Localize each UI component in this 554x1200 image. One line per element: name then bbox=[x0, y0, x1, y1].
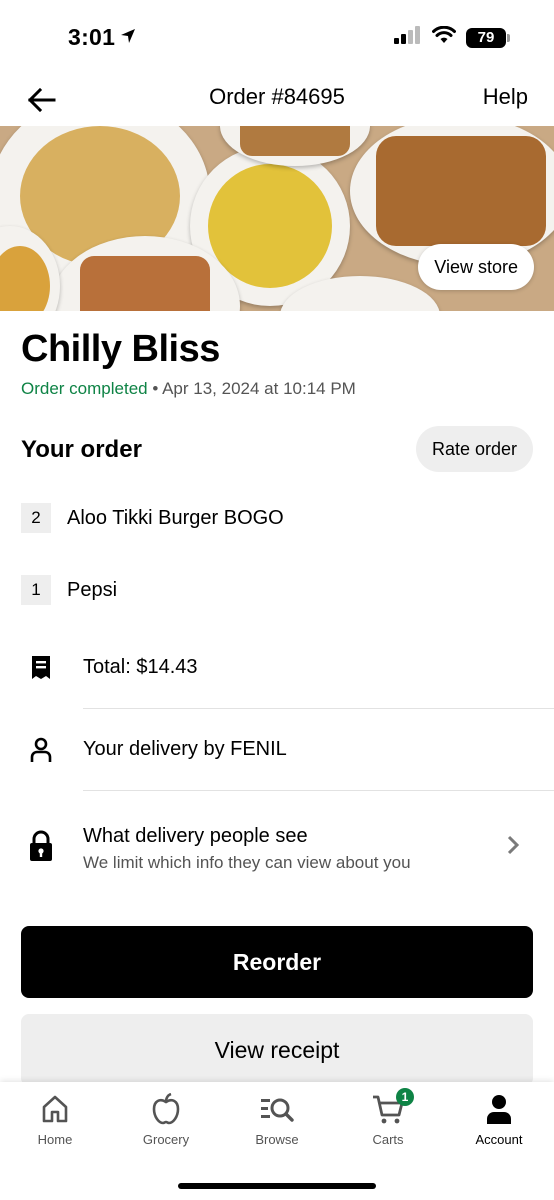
tab-label: Grocery bbox=[142, 1132, 190, 1147]
browse-icon bbox=[260, 1092, 294, 1126]
meta-separator: • bbox=[147, 379, 163, 398]
order-meta: Order completed • Apr 13, 2024 at 10:14 … bbox=[21, 379, 356, 399]
status-time-text: 3:01 bbox=[68, 24, 116, 50]
view-store-button[interactable]: View store bbox=[418, 244, 534, 290]
wifi-icon bbox=[432, 25, 456, 49]
privacy-title[interactable]: What delivery people see bbox=[83, 825, 308, 848]
rate-order-button[interactable]: Rate order bbox=[415, 426, 533, 472]
nav-header: Order #84695 Help bbox=[0, 74, 554, 126]
battery-icon: 79 bbox=[466, 27, 510, 48]
home-indicator[interactable] bbox=[178, 1183, 376, 1189]
tab-label: Home bbox=[37, 1132, 73, 1147]
privacy-subtitle: We limit which info they can view about … bbox=[83, 853, 411, 872]
tab-grocery[interactable]: Grocery bbox=[111, 1092, 221, 1148]
page-title: Order #84695 bbox=[209, 84, 345, 109]
help-link[interactable]: Help bbox=[483, 84, 528, 110]
order-item: 1 Pepsi bbox=[21, 574, 533, 606]
view-receipt-button[interactable]: View receipt bbox=[21, 1014, 533, 1086]
reorder-button[interactable]: Reorder bbox=[21, 926, 533, 998]
store-hero-image: View store bbox=[0, 126, 554, 311]
lock-icon bbox=[28, 830, 54, 861]
status-bar: 3:01 79 bbox=[0, 0, 554, 74]
divider bbox=[83, 708, 554, 709]
signal-icon bbox=[394, 26, 422, 49]
order-total: Total: $14.43 bbox=[83, 656, 198, 678]
receipt-icon bbox=[28, 654, 54, 682]
apple-icon bbox=[151, 1092, 181, 1126]
item-quantity: 2 bbox=[21, 503, 51, 533]
your-order-heading: Your order bbox=[21, 436, 142, 463]
order-item: 2 Aloo Tikki Burger BOGO bbox=[21, 502, 533, 534]
tab-label: Account bbox=[475, 1132, 523, 1147]
item-name: Aloo Tikki Burger BOGO bbox=[67, 506, 284, 529]
location-arrow-icon bbox=[119, 24, 137, 51]
order-date: Apr 13, 2024 at 10:14 PM bbox=[162, 379, 356, 398]
order-status: Order completed bbox=[21, 379, 148, 398]
tab-account[interactable]: Account bbox=[444, 1092, 554, 1148]
store-name: Chilly Bliss bbox=[21, 328, 220, 370]
status-time: 3:01 bbox=[68, 24, 137, 51]
chevron-right-icon[interactable] bbox=[506, 832, 520, 863]
tab-label: Browse bbox=[255, 1132, 299, 1147]
item-quantity: 1 bbox=[21, 575, 51, 605]
person-icon bbox=[28, 736, 54, 764]
item-name: Pepsi bbox=[67, 578, 118, 601]
tab-label: Carts bbox=[372, 1132, 404, 1147]
tab-home[interactable]: Home bbox=[0, 1092, 110, 1148]
person-icon bbox=[485, 1092, 513, 1126]
delivery-person: Your delivery by FENIL bbox=[83, 738, 287, 760]
divider bbox=[83, 790, 554, 791]
home-icon bbox=[40, 1092, 70, 1126]
cart-icon: 1 bbox=[372, 1088, 414, 1126]
tab-browse[interactable]: Browse bbox=[222, 1092, 332, 1148]
cart-count-badge: 1 bbox=[396, 1088, 414, 1106]
status-icons: 79 bbox=[394, 25, 510, 49]
battery-level: 79 bbox=[477, 29, 495, 46]
tab-carts[interactable]: 1 Carts bbox=[333, 1088, 443, 1148]
